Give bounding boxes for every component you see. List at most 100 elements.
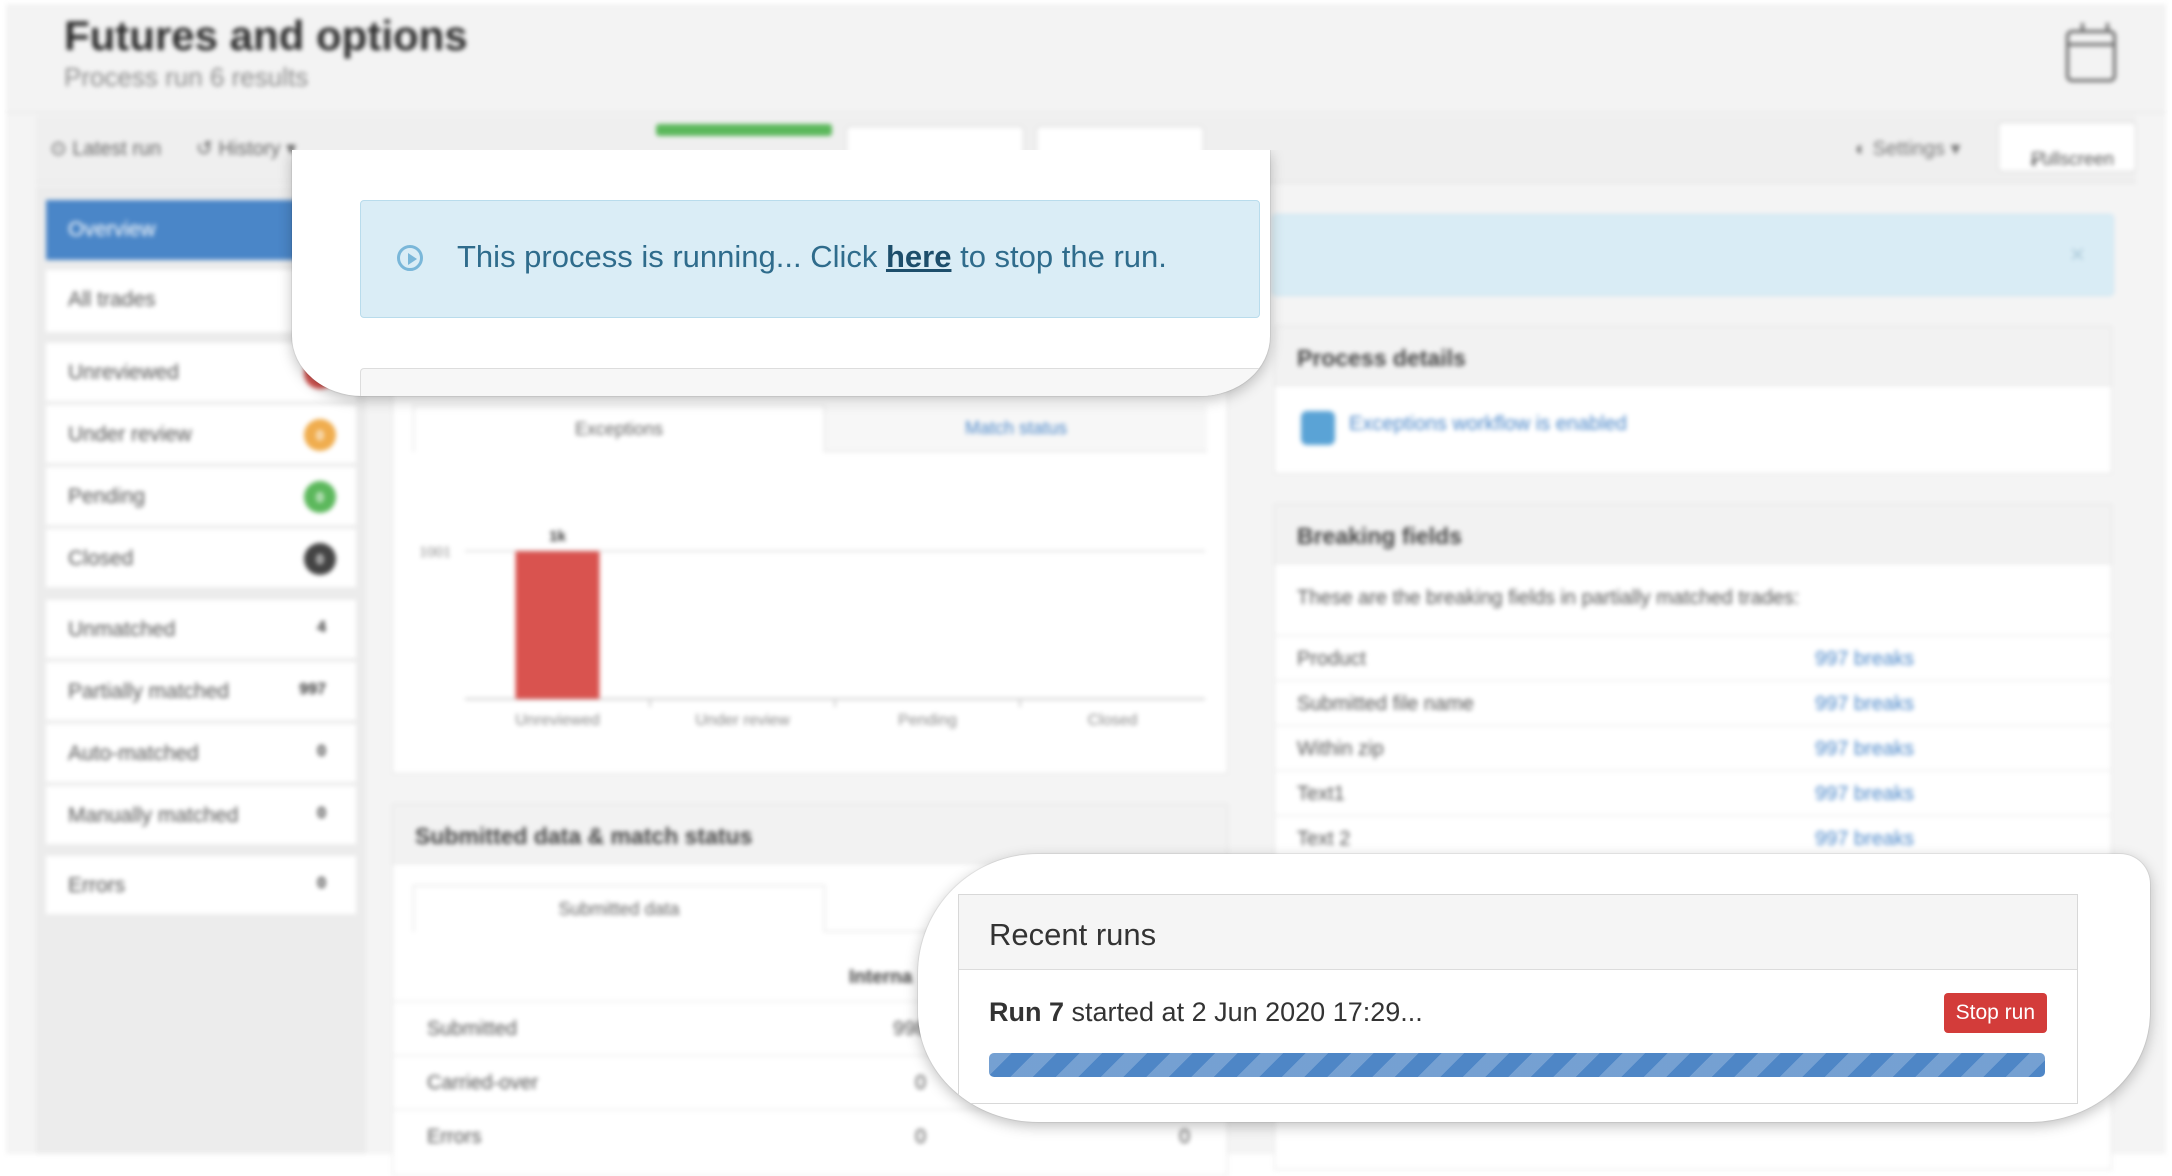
stop-run-button[interactable]: Stop run	[1943, 993, 2047, 1033]
panel-header: Breaking fields	[1275, 505, 2111, 564]
tab-latest-run-label: Latest run	[72, 138, 162, 160]
run-progress-bar	[989, 1053, 2045, 1077]
count-value: 0	[317, 875, 326, 892]
sidebar-item-label: Closed	[68, 547, 134, 570]
data-label: 1k	[549, 528, 566, 545]
sidebar-item-label: Unmatched	[68, 618, 176, 641]
sidebar-item-closed[interactable]: Closed 0	[46, 529, 356, 587]
tab-match-status[interactable]: Match status	[825, 405, 1207, 451]
sidebar-item-label: Errors	[68, 874, 126, 897]
alert-banner-background: ×	[1272, 214, 2114, 296]
recent-runs-title: Recent runs	[989, 917, 1157, 952]
column-header-internal: Interna	[849, 967, 913, 988]
sidebar-item-label: Under review	[68, 423, 192, 446]
count-value: 0	[317, 743, 326, 760]
alert-message: This process is running... Click here to…	[457, 239, 1167, 275]
table-row: Product 997 breaks	[1275, 635, 2111, 680]
process-running-alert: This process is running... Click here to…	[360, 200, 1260, 318]
alert-text-prefix: This process is running... Click	[457, 239, 886, 274]
page-title: Futures and options	[64, 12, 468, 59]
tab-submitted-data[interactable]: Submitted data	[413, 885, 825, 932]
calendar-icon[interactable]	[2066, 23, 2116, 82]
page-header: Futures and options Process run 6 result…	[6, 4, 2166, 113]
panel-header: Recent runs	[959, 895, 2077, 970]
sidebar-item-manually-matched[interactable]: Manually matched 0	[46, 786, 356, 844]
stop-run-link[interactable]: here	[886, 239, 951, 274]
fullscreen-button[interactable]: ⤢ Fullscreen	[1998, 122, 2136, 172]
toggle-icon: ◐	[1855, 138, 1868, 160]
row-value-internal: 0	[915, 1126, 927, 1148]
recent-runs-panel: Recent runs Run 7 started at 2 Jun 2020 …	[958, 894, 2078, 1104]
field-name: Text 2	[1297, 828, 1351, 850]
panel-title: Submitted data & match status	[415, 823, 753, 849]
close-icon[interactable]: ×	[2070, 239, 2085, 270]
breaking-fields-panel: Breaking fields These are the breaking f…	[1274, 504, 2112, 876]
settings-dropdown[interactable]: ◐ Settings ▾	[1855, 136, 1961, 161]
play-circle-icon	[397, 245, 423, 271]
bar-unreviewed	[515, 551, 600, 699]
x-tick-label: Unreviewed	[515, 712, 599, 729]
sidebar-item-under-review[interactable]: Under review 0	[46, 405, 356, 463]
sidebar-item-auto-matched[interactable]: Auto-matched 0	[46, 724, 356, 782]
sidebar-item-label: All trades	[68, 288, 156, 311]
clock-icon: ⊙	[50, 138, 67, 160]
settings-label: Settings	[1872, 138, 1945, 160]
table-row: Within zip 997 breaks	[1275, 725, 2111, 770]
sidebar-item-label: Overview	[68, 218, 156, 241]
row-value-internal: 0	[915, 1072, 927, 1094]
tab-latest-run[interactable]: ⊙ Latest run	[50, 136, 161, 161]
history-icon: ↺	[196, 138, 213, 160]
run-started-text: started at 2 Jun 2020 17:29...	[1064, 997, 1423, 1027]
exceptions-panel: Exceptions Match status 1001 1k Unreviewed…	[392, 366, 1228, 774]
alert-text-suffix: to stop the run.	[951, 239, 1167, 274]
sidebar-item-label: Partially matched	[68, 680, 230, 703]
count-value: 4	[317, 619, 326, 636]
table-row: Text1 997 breaks	[1275, 770, 2111, 815]
breaking-fields-description: These are the breaking fields in partial…	[1297, 587, 1800, 609]
run-progress-fill	[989, 1053, 2045, 1077]
breaks-link[interactable]: 997 breaks	[1815, 738, 1914, 761]
row-value-external: 0	[1179, 1126, 1191, 1148]
caret-down-icon: ▾	[1950, 138, 1961, 160]
sidebar-item-pending[interactable]: Pending 0	[46, 467, 356, 525]
breaks-link[interactable]: 997 breaks	[1815, 783, 1914, 806]
workflow-icon	[1301, 411, 1335, 445]
panel-header: Process details	[1275, 327, 2111, 386]
exceptions-tabs: Exceptions Match status	[413, 405, 1207, 452]
count-value: 0	[317, 805, 326, 822]
breaks-link[interactable]: 997 breaks	[1815, 648, 1914, 671]
count-badge: 0	[304, 481, 336, 513]
breaks-link[interactable]: 997 breaks	[1815, 828, 1914, 851]
sidebar-item-label: Auto-matched	[68, 742, 199, 765]
y-tick-label: 1001	[419, 544, 451, 561]
field-name: Within zip	[1297, 738, 1384, 760]
count-badge: 0	[304, 419, 336, 451]
run-label: Run 7	[989, 997, 1065, 1027]
alert-callout: This process is running... Click here to…	[292, 150, 1270, 396]
row-label: Errors	[427, 1126, 482, 1148]
process-details-panel: Process details Exceptions workflow is e…	[1274, 326, 2112, 474]
panel-title: Breaking fields	[1297, 523, 1462, 549]
sidebar-item-partially-matched[interactable]: Partially matched 997	[46, 662, 356, 720]
field-name: Submitted file name	[1297, 693, 1474, 715]
breaks-link[interactable]: 997 breaks	[1815, 693, 1914, 716]
workflow-link[interactable]: Exceptions workflow is enabled	[1349, 413, 1627, 436]
x-tick-label: Pending	[898, 712, 957, 729]
sidebar-item-unmatched[interactable]: Unmatched 4	[46, 600, 356, 658]
panel-title: Process details	[1297, 345, 1466, 371]
toolbar-status-bar	[656, 124, 832, 136]
recent-runs-callout: Recent runs Run 7 started at 2 Jun 2020 …	[918, 854, 2150, 1122]
tab-history[interactable]: ↺ History ▾	[196, 136, 296, 161]
row-label: Carried-over	[427, 1072, 539, 1094]
fullscreen-label: Fullscreen	[2031, 149, 2115, 169]
sidebar-item-label: Manually matched	[68, 804, 239, 827]
count-value: 997	[299, 681, 326, 698]
exceptions-chart: 1001 1k Unreviewed Under review Pending Close…	[419, 528, 1205, 729]
sidebar-item-errors[interactable]: Errors 0	[46, 856, 356, 914]
tab-history-label: History	[218, 138, 281, 160]
field-name: Text1	[1297, 783, 1345, 805]
run-status-text: Run 7 started at 2 Jun 2020 17:29...	[989, 997, 1423, 1028]
sidebar-item-label: Pending	[68, 485, 146, 508]
tab-exceptions[interactable]: Exceptions	[413, 405, 825, 452]
x-tick-label: Closed	[1088, 712, 1138, 729]
